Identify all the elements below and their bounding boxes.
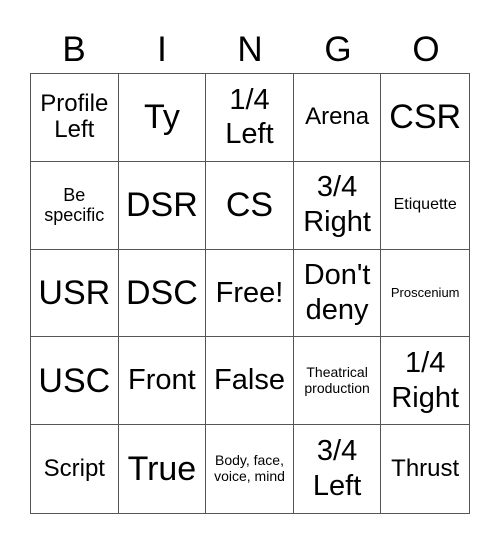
header-letter-i: I (157, 30, 167, 69)
bingo-header: B I N G O (30, 26, 470, 74)
bingo-cell[interactable]: CS (206, 161, 294, 250)
header-letter-n: N (237, 30, 263, 69)
bingo-cell[interactable]: Profile Left (31, 74, 119, 162)
bingo-cell[interactable]: Front (118, 337, 207, 426)
bingo-cell[interactable]: Theatrical production (293, 337, 382, 426)
bingo-cell[interactable]: 3/4 Right (293, 161, 382, 250)
bingo-cell[interactable]: DSC (118, 249, 207, 338)
bingo-cell[interactable]: Thrust (381, 425, 469, 513)
bingo-cell[interactable]: DSR (118, 161, 207, 250)
bingo-cell[interactable]: CSR (381, 74, 469, 162)
bingo-cell[interactable]: Etiquette (381, 162, 469, 250)
bingo-cell[interactable]: Script (31, 425, 119, 513)
bingo-cell[interactable]: 1/4 Left (206, 74, 294, 162)
bingo-cell[interactable]: 1/4 Right (381, 337, 469, 426)
bingo-cell[interactable]: Don't deny (293, 249, 382, 338)
bingo-cell[interactable]: Be specific (31, 161, 119, 250)
bingo-cell[interactable]: Proscenium (381, 250, 469, 338)
free-space-cell[interactable]: Free! (206, 249, 294, 338)
bingo-grid: Profile Left Ty 1/4 Left Arena CSR Be specifi… (30, 73, 470, 514)
bingo-cell[interactable]: Body, face, voice, mind (206, 425, 294, 513)
bingo-cell[interactable]: Arena (293, 74, 382, 162)
bingo-cell[interactable]: USR (31, 249, 119, 338)
header-letter-g: G (324, 30, 352, 69)
bingo-cell[interactable]: Ty (118, 74, 207, 162)
bingo-cell[interactable]: True (119, 425, 207, 513)
bingo-cell[interactable]: 3/4 Left (294, 425, 382, 513)
bingo-cell[interactable]: USC (31, 337, 119, 426)
header-letter-o: O (412, 30, 440, 69)
bingo-cell[interactable]: False (206, 337, 294, 426)
header-letter-b: B (62, 30, 86, 69)
